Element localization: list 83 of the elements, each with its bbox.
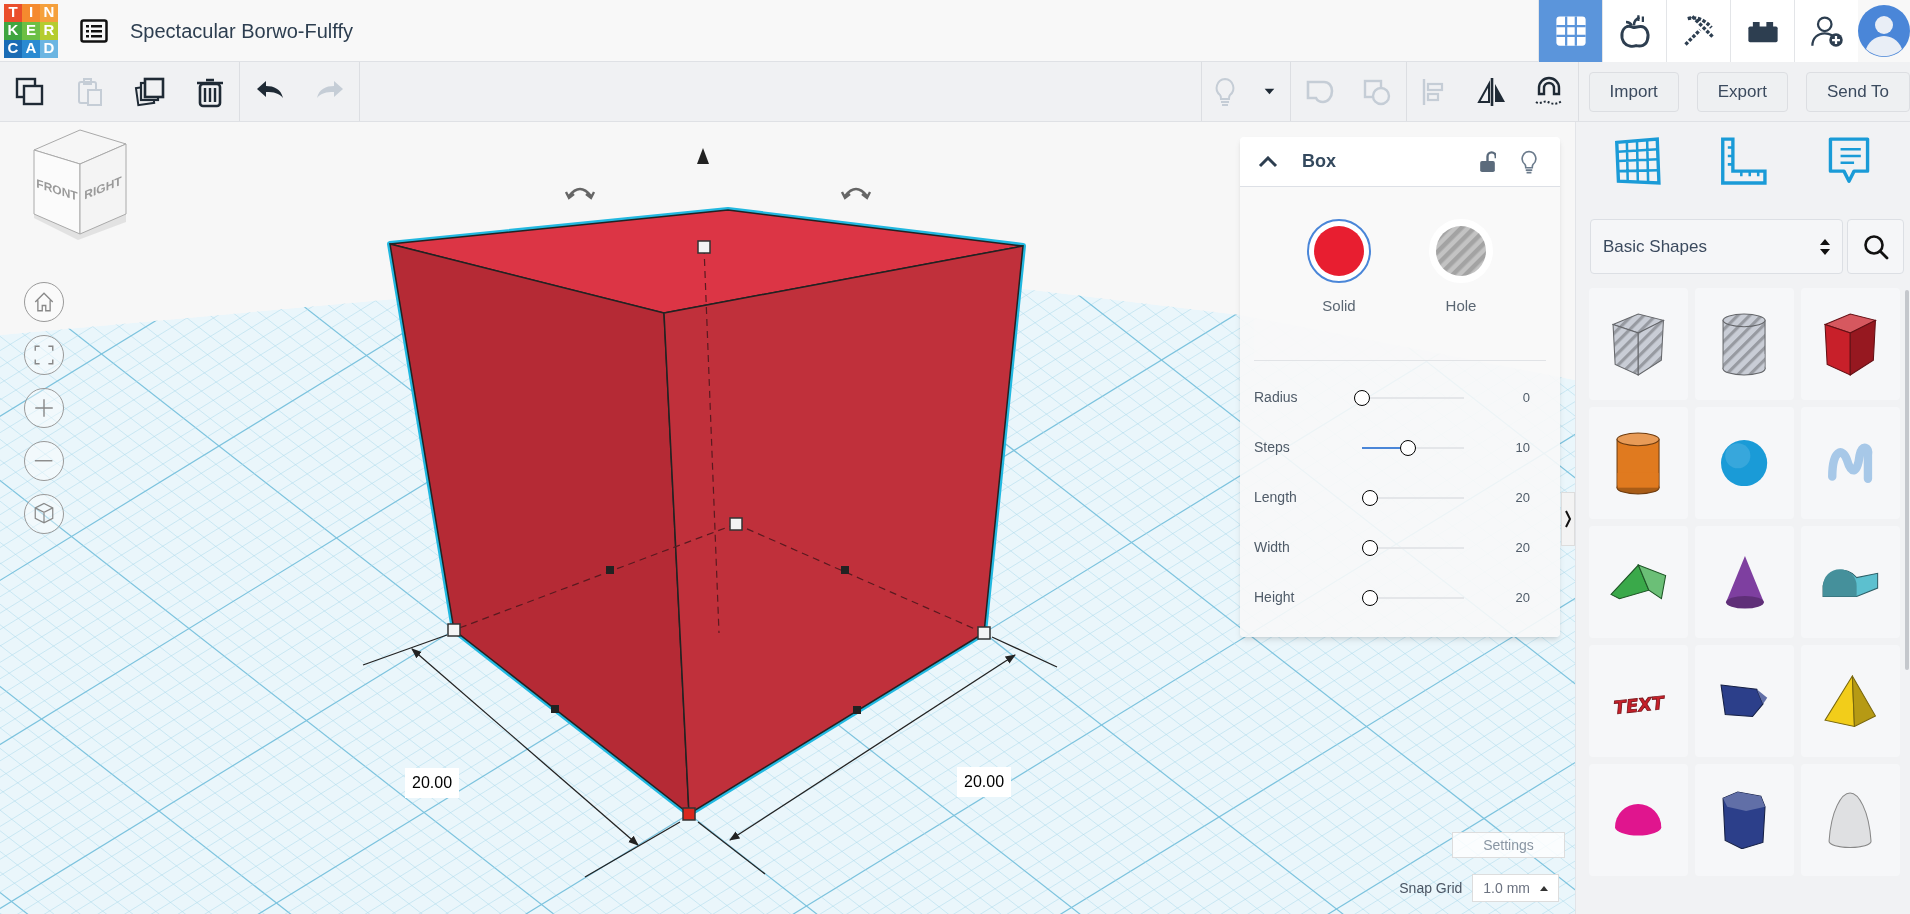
parameter-label: Radius: [1254, 388, 1299, 407]
toolbar-text-button[interactable]: Export: [1696, 71, 1788, 112]
scrollbar[interactable]: [1905, 290, 1909, 670]
resize-handle[interactable]: [447, 623, 461, 637]
collapse-icon[interactable]: [1258, 155, 1278, 168]
snap-grid-label: Snap Grid: [1399, 878, 1463, 898]
shape-tile[interactable]: [1801, 288, 1900, 400]
design-title[interactable]: Spectacular Borwo-Fulffy: [130, 15, 354, 46]
view-control-button[interactable]: [24, 388, 64, 428]
search-button[interactable]: [1847, 219, 1904, 274]
category-dropdown[interactable]: Basic Shapes: [1590, 219, 1844, 274]
view-mode-button[interactable]: [1666, 0, 1730, 62]
resize-handle[interactable]: [977, 626, 991, 640]
shape-text-label: TEXT: [1612, 691, 1665, 719]
caret-icon: [1540, 885, 1548, 891]
view-mode-button[interactable]: [1602, 0, 1666, 62]
parameter-value[interactable]: 20: [1472, 487, 1546, 508]
shape-name: Box: [1302, 150, 1336, 173]
view-control-button[interactable]: [24, 282, 64, 322]
shape-tile[interactable]: [1695, 645, 1794, 757]
rotate-arrow-icon[interactable]: [564, 187, 596, 200]
view-control-button[interactable]: [24, 335, 64, 375]
lift-arrow-icon[interactable]: [697, 148, 709, 164]
slider-thumb[interactable]: [1399, 439, 1416, 456]
dimension-value[interactable]: 20.00: [405, 768, 460, 798]
shape-tile[interactable]: [1695, 407, 1794, 519]
slider-thumb[interactable]: [1362, 589, 1379, 606]
parameter-value[interactable]: 10: [1472, 437, 1546, 458]
slider-thumb[interactable]: [1354, 389, 1370, 406]
collapse-panel-tab[interactable]: [1561, 492, 1575, 546]
material-option[interactable]: Hole: [1429, 219, 1493, 318]
shape-tile[interactable]: [1695, 764, 1794, 876]
caret-icon: [1263, 88, 1275, 95]
sort-caret-icon: [1820, 238, 1831, 255]
view-control-button[interactable]: [24, 494, 64, 534]
midpoint-handle[interactable]: [551, 705, 559, 713]
zoom-out-icon: [34, 459, 54, 463]
parameter-label: Width: [1254, 538, 1291, 557]
view-mode-button[interactable]: [1794, 0, 1858, 62]
parameter-label: Height: [1254, 588, 1296, 607]
shape-tile[interactable]: [1801, 764, 1900, 876]
shape-tile[interactable]: [1589, 288, 1688, 400]
shape-tile[interactable]: [1695, 526, 1794, 638]
material-option[interactable]: Solid: [1307, 219, 1371, 318]
parameter-value[interactable]: 0: [1472, 387, 1546, 408]
midpoint-handle[interactable]: [841, 566, 849, 574]
shape-tile[interactable]: [1801, 407, 1900, 519]
logo-letter: N: [40, 3, 58, 22]
chevron-icon: [1564, 509, 1572, 529]
menu-icon[interactable]: [80, 18, 108, 43]
dimension-value[interactable]: 20.00: [957, 767, 1012, 797]
shape-tile[interactable]: [1801, 645, 1900, 757]
shape-tile[interactable]: TEXT: [1589, 645, 1688, 757]
toolbar-text-button[interactable]: Import: [1588, 71, 1679, 112]
shape-tile[interactable]: [1589, 407, 1688, 519]
view-control-button[interactable]: [24, 441, 64, 481]
logo-letter: I: [22, 3, 40, 22]
midpoint-handle[interactable]: [853, 706, 861, 714]
app-logo[interactable]: T I N K E R C A D: [4, 3, 58, 58]
parameter-label: Steps: [1254, 438, 1291, 457]
resize-handle[interactable]: [697, 240, 711, 254]
snap-grid-dropdown[interactable]: 1.0 mm: [1472, 874, 1559, 902]
parameter-value[interactable]: 20: [1472, 537, 1546, 558]
unlocked-icon[interactable]: [1479, 150, 1496, 173]
shape-tile[interactable]: [1589, 764, 1688, 876]
copy-icon: [14, 75, 46, 108]
view-mode-button[interactable]: [1730, 0, 1794, 62]
duplicate-icon: [134, 75, 166, 108]
mirror-icon: [1475, 75, 1508, 108]
shape-tile[interactable]: [1589, 526, 1688, 638]
logo-letter: T: [4, 3, 22, 22]
resize-handle[interactable]: [682, 807, 696, 821]
resize-handle[interactable]: [729, 517, 743, 531]
search-icon: [1862, 233, 1889, 260]
slider-thumb[interactable]: [1362, 489, 1379, 506]
midpoint-handle[interactable]: [606, 566, 614, 574]
shape-tile[interactable]: [1801, 526, 1900, 638]
slider-thumb[interactable]: [1362, 539, 1379, 556]
shape-tile[interactable]: [1695, 288, 1794, 400]
toolbar-text-button[interactable]: Send To: [1805, 71, 1910, 112]
parameter-label: Length: [1254, 488, 1298, 507]
rotate-arrow-icon[interactable]: [840, 187, 872, 200]
parameter-value[interactable]: 20: [1472, 587, 1546, 608]
